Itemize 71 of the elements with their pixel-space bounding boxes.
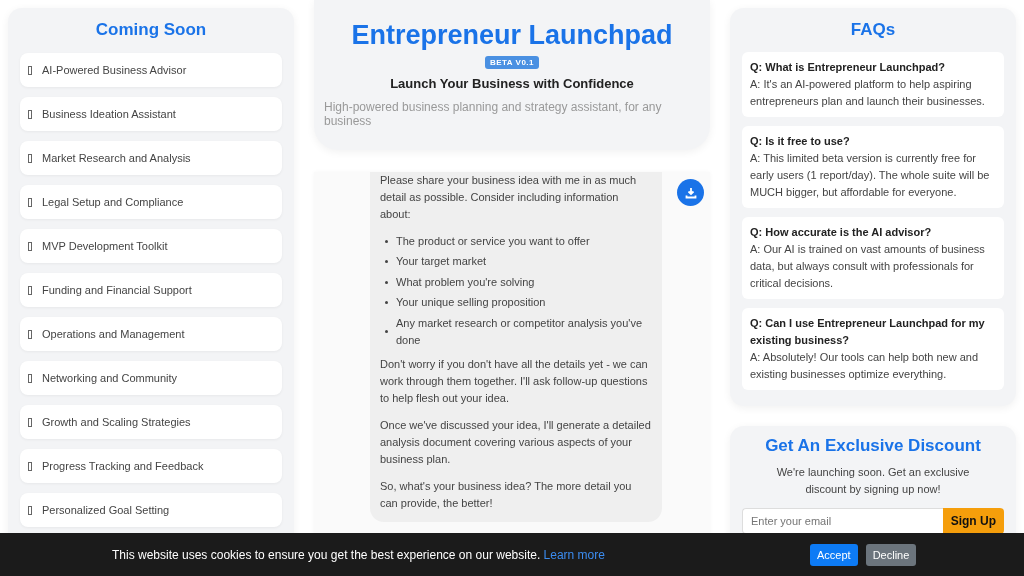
learn-more-link[interactable]: Learn more [543, 547, 605, 562]
bullet-icon [385, 240, 388, 243]
discount-title: Get An Exclusive Discount [765, 436, 981, 456]
missing-glyph-icon [28, 373, 32, 383]
sidebar-item[interactable]: Growth and Scaling Strategies [20, 405, 282, 439]
bullet-text: Your target market [396, 254, 487, 270]
sidebar-item-label: Market Research and Analysis [42, 152, 191, 164]
subtitle: Launch Your Business with Confidence [390, 76, 634, 91]
missing-glyph-icon [28, 417, 32, 427]
missing-glyph-icon [28, 109, 32, 119]
missing-glyph-icon [28, 153, 32, 163]
download-button[interactable] [677, 179, 704, 206]
sidebar-item-label: Operations and Management [42, 328, 185, 340]
email-field[interactable]: Enter your email [742, 508, 943, 534]
sidebar-item-label: Networking and Community [42, 372, 178, 384]
bullet-text: The product or service you want to offer [396, 234, 590, 249]
accept-button[interactable]: Accept [810, 543, 858, 566]
message-text: So, what's your business idea? The more detail you can provide, the better! [380, 478, 633, 511]
sidebar-item-label: Legal Setup and Compliance [42, 196, 184, 208]
faq-answer: A: Absolutely! Our tools can help both new and existing businesses optimize everything. [750, 350, 980, 382]
missing-glyph-icon [28, 197, 32, 207]
message-text: Don't worry if you don't have all the details yet - we can work through them together. I'll ask follow-up questions to help flesh out your idea. [380, 356, 649, 406]
sign-up-button[interactable]: Sign Up [942, 508, 1004, 534]
decline-button[interactable]: Decline [865, 543, 917, 566]
sidebar-item[interactable]: Funding and Financial Support [20, 273, 282, 307]
missing-glyph-icon [28, 505, 32, 515]
beta-badge: BETA V0.1 [484, 56, 540, 69]
bullet-text: Your unique selling proposition [396, 295, 546, 311]
discount-text: We're launching soon. Get an exclusive discount by signing up now! [775, 465, 971, 497]
faq-question: Q: What is Entrepreneur Launchpad? [750, 60, 946, 75]
sidebar-item[interactable]: Networking and Community [20, 361, 282, 395]
missing-glyph-icon [28, 329, 32, 339]
sidebar-item[interactable]: Operations and Management [20, 317, 282, 351]
faq-question: Q: Is it free to use? [750, 134, 851, 149]
missing-glyph-icon [28, 65, 32, 75]
sidebar-item[interactable]: Progress Tracking and Feedback [20, 449, 282, 483]
sidebar-item[interactable]: Market Research and Analysis [20, 141, 282, 175]
bullet-text: Any market research or competitor analysis you've done [396, 315, 644, 348]
faq-answer: A: This limited beta version is currently free for early users (1 report/day). The whole suite will be MUCH bigger, but affordable for everyone. [750, 151, 991, 200]
faq-question: Q: How accurate is the AI advisor? [750, 225, 933, 240]
sidebar-item-label: AI-Powered Business Advisor [42, 64, 187, 76]
tagline: High-powered business planning and strategy assistant, for any business [324, 100, 663, 128]
sidebar-item-label: Business Ideation Assistant [42, 108, 176, 120]
faq-answer: A: It's an AI-powered platform to help aspiring entrepreneurs plan and launch their businesses. [750, 77, 986, 109]
missing-glyph-icon [28, 241, 32, 251]
sidebar-item-label: Funding and Financial Support [42, 284, 192, 296]
message-text: Please share your business idea with me in as much detail as possible. Consider including information about: [380, 173, 638, 222]
sidebar-item[interactable]: Business Ideation Assistant [20, 97, 282, 131]
sidebar-item[interactable]: Legal Setup and Compliance [20, 185, 282, 219]
bullet-icon [385, 301, 388, 305]
sidebar-item-label: Growth and Scaling Strategies [42, 416, 191, 428]
faq-title: FAQs [849, 20, 897, 40]
bullet-icon [385, 330, 388, 334]
faq-question: Q: Can I use Entrepreneur Launchpad for my existing business? [750, 316, 986, 348]
download-icon [684, 186, 697, 199]
cookie-text: This website uses cookies to ensure you get the best experience on our website. Learn more [112, 547, 606, 562]
sidebar-item-label: MVP Development Toolkit [42, 240, 168, 252]
faq-answer: A: Our AI is trained on vast amounts of business data, but always consult with professionals for critical decisions. [750, 242, 986, 291]
sidebar-item[interactable]: Personalized Goal Setting [20, 493, 282, 527]
message-text: Once we've discussed your idea, I'll generate a detailed analysis document covering various aspects of your business plan. [380, 417, 652, 467]
sidebar-title: Coming Soon [94, 20, 208, 40]
missing-glyph-icon [28, 461, 32, 471]
bullet-text: What problem you're solving [396, 274, 535, 290]
app-title: Entrepreneur Launchpad [351, 20, 673, 51]
missing-glyph-icon [28, 285, 32, 295]
sidebar-item[interactable]: AI-Powered Business Advisor [20, 53, 282, 87]
sidebar-item[interactable]: MVP Development Toolkit [20, 229, 282, 263]
bullet-icon [385, 260, 388, 264]
sidebar-item-label: Progress Tracking and Feedback [42, 460, 204, 472]
sidebar-item-label: Personalized Goal Setting [42, 504, 170, 516]
bullet-icon [385, 280, 388, 284]
